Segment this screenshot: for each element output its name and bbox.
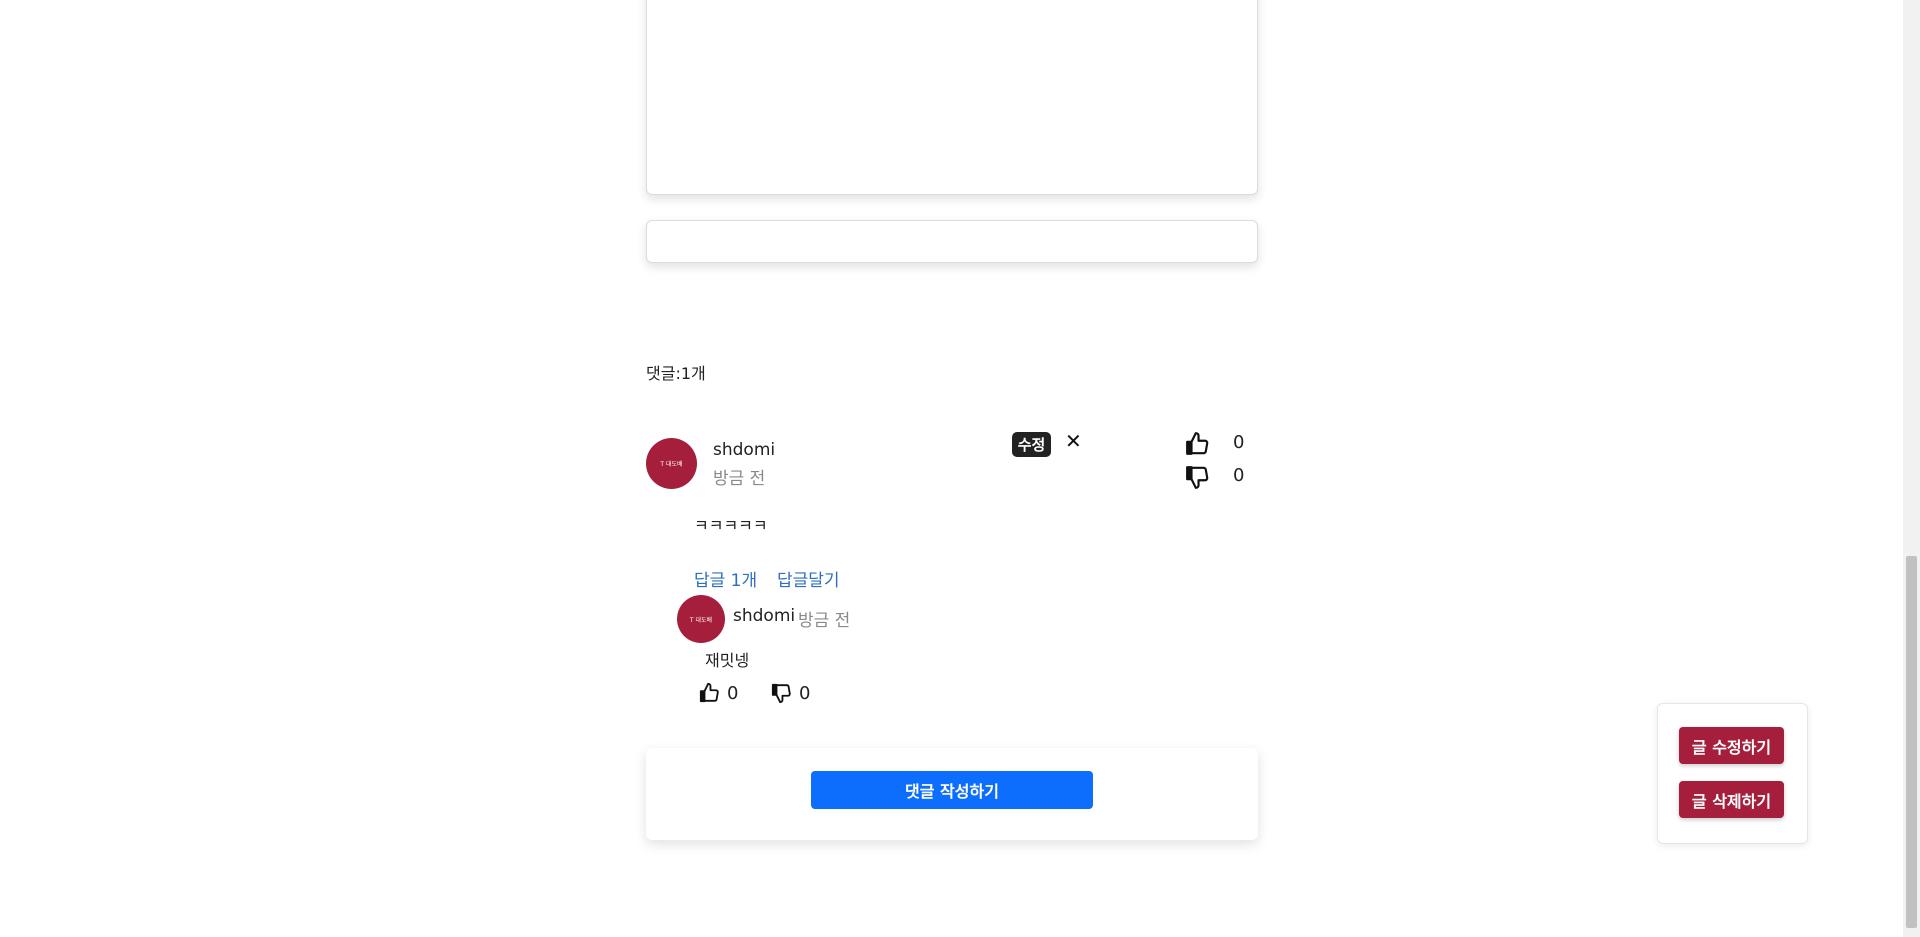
write-comment-button[interactable]: 댓글 작성하기 (811, 771, 1093, 809)
reply-author: shdomi (733, 606, 796, 626)
comment-dislike-count: 0 (1233, 465, 1245, 486)
delete-post-button[interactable]: 글 삭제하기 (1679, 781, 1784, 818)
post-actions-panel (1657, 703, 1808, 844)
close-icon: ✕ (1065, 429, 1082, 453)
avatar: T 대도배 (646, 438, 697, 489)
reply-time: 방금 전 (798, 611, 851, 631)
comment-like-button[interactable] (1185, 431, 1211, 457)
thumbs-down-icon (1186, 466, 1209, 489)
delete-post-label: 글 삭제하기 (1691, 791, 1772, 811)
avatar-logo-text: T 대도배 (689, 616, 713, 624)
thumbs-down-icon (771, 683, 791, 704)
page-scrollbar[interactable] (1903, 0, 1920, 937)
reply-action-link[interactable]: 답글달기 (777, 566, 840, 591)
thumbs-up-icon (699, 682, 719, 703)
avatar-logo-text: T 대도배 (660, 461, 683, 468)
replies-toggle-link[interactable]: 답글 1개 (694, 566, 757, 591)
comment-body: ㅋㅋㅋㅋㅋ (694, 516, 768, 535)
reply-like-count: 0 (727, 683, 739, 704)
reply-dislike-button[interactable] (771, 682, 793, 704)
delete-comment-button[interactable]: ✕ (1065, 429, 1082, 453)
comment-dislike-button[interactable] (1185, 464, 1211, 490)
edit-comment-button[interactable]: 수정 (1012, 432, 1051, 457)
edit-post-label: 글 수정하기 (1691, 737, 1772, 757)
reply-like-button[interactable] (699, 682, 721, 704)
edit-post-button[interactable]: 글 수정하기 (1679, 727, 1784, 764)
comment-input[interactable] (646, 220, 1258, 263)
comments-count-label: 댓글:1개 (646, 364, 706, 383)
write-comment-label: 댓글 작성하기 (905, 782, 999, 801)
thumbs-up-icon (1186, 432, 1209, 455)
reply-body: 재밋넹 (705, 651, 750, 670)
comment-time: 방금 전 (713, 469, 766, 489)
comment-textarea[interactable] (646, 0, 1258, 195)
comment-like-count: 0 (1233, 432, 1245, 453)
comment-author: shdomi (713, 440, 776, 460)
reply-avatar: T 대도배 (677, 595, 725, 643)
reply-dislike-count: 0 (799, 683, 811, 704)
scrollbar-thumb[interactable] (1906, 556, 1917, 928)
edit-label: 수정 (1017, 436, 1046, 454)
